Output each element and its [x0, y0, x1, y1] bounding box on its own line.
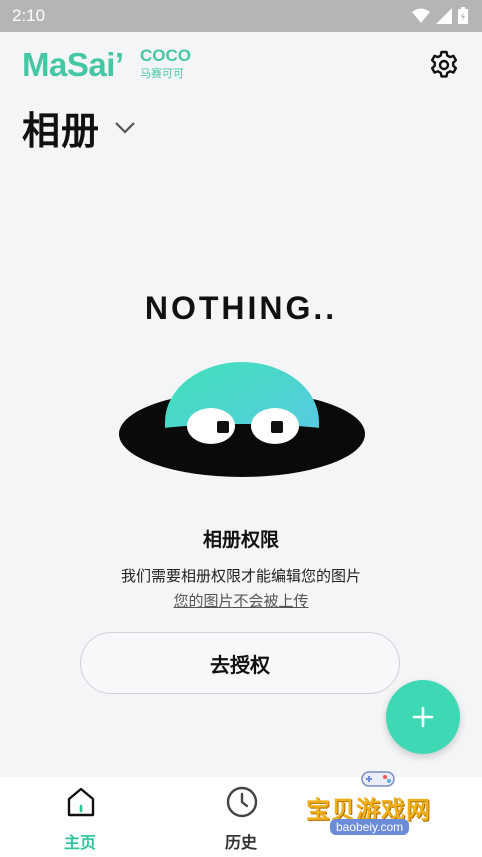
logo-main-text: MaSai — [22, 46, 115, 83]
permission-title: 相册权限 — [202, 529, 279, 551]
app-logo: MaSai’ COCO 马赛可可 — [22, 46, 191, 83]
gamepad-icon — [361, 771, 395, 787]
watermark-url: baobeiy.com — [330, 819, 410, 835]
watermark-logo: 宝贝游戏网 baobeiy.com — [300, 766, 460, 848]
home-icon — [67, 787, 95, 817]
tab-history[interactable]: 历史 — [181, 777, 301, 857]
plus-icon — [412, 706, 434, 728]
status-icons — [412, 7, 468, 24]
logo-cn-text: 马赛可可 — [140, 67, 184, 80]
status-time: 2:10 — [12, 6, 46, 25]
authorize-button[interactable]: 去授权 — [80, 632, 400, 694]
gear-icon[interactable] — [428, 49, 460, 81]
tab-home-label: 主页 — [63, 833, 96, 852]
chevron-down-icon — [115, 121, 135, 134]
clock-icon — [226, 786, 258, 818]
status-bar: 2:10 — [0, 0, 482, 32]
permission-description: 我们需要相册权限才能编辑您的图片 — [120, 567, 361, 585]
add-button[interactable] — [386, 680, 460, 754]
wifi-icon — [412, 8, 430, 23]
tab-home[interactable]: 主页 — [20, 777, 140, 857]
album-selector[interactable]: 相册 — [22, 100, 136, 155]
privacy-link[interactable]: 您的图片不会被上传 — [173, 592, 308, 610]
hole-creature-illustration — [119, 362, 365, 477]
page-title: 相册 — [22, 109, 101, 153]
empty-heading: NOTHING.. — [144, 290, 338, 326]
battery-icon — [458, 7, 468, 24]
tab-history-label: 历史 — [224, 833, 257, 852]
signal-icon — [436, 7, 452, 24]
logo-apostrophe: ’ — [114, 46, 124, 83]
logo-sub-text: COCO — [140, 46, 191, 65]
